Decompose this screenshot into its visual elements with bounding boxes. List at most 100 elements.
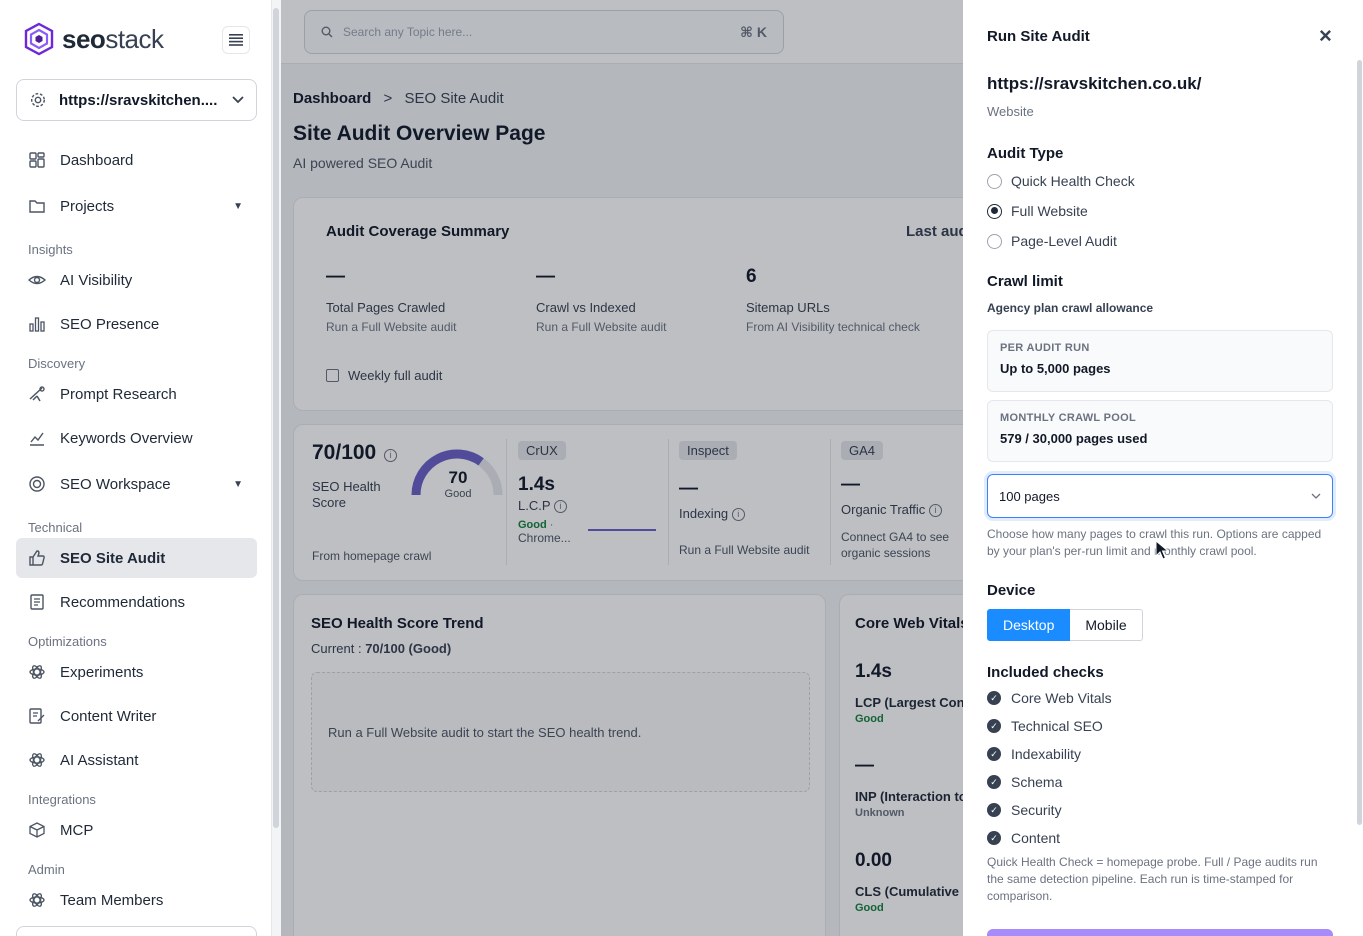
sidebar-section-integrations: Integrations [28,792,96,807]
check-circle-icon: ✓ [987,747,1001,761]
cube-icon [29,822,45,838]
check-item: ✓ Indexability [987,746,1081,762]
seostack-logo-icon [24,22,54,56]
sidebar-collapse-button[interactable] [222,26,250,54]
sidebar-item-seo-site-audit[interactable]: SEO Site Audit [16,538,257,578]
crawl-allowance-note: Agency plan crawl allowance [987,301,1154,315]
sidebar-item-label: Team Members [60,891,164,909]
close-icon[interactable]: × [1319,25,1332,47]
sidebar-item-label: AI Visibility [60,271,133,289]
check-item: ✓ Technical SEO [987,718,1103,734]
check-label: Indexability [1011,746,1082,762]
brand-name-bold: seo [62,23,106,54]
sidebar-item-projects[interactable]: Projects ▼ [16,186,257,226]
device-toggle: Desktop Mobile [987,609,1143,641]
sidebar-scrollbar[interactable] [273,8,279,828]
crawl-limit-value: 100 pages [999,488,1060,504]
sidebar-item-prompt-research[interactable]: Prompt Research [16,374,257,414]
gear-icon [30,92,46,108]
sidebar-item-label: MCP [60,821,94,839]
audit-type-full[interactable]: Full Website [987,203,1088,219]
sidebar-section-discovery: Discovery [28,356,86,371]
atom-icon [29,753,45,767]
check-label: Schema [1011,774,1063,790]
trend-chart-icon [30,432,44,446]
crawl-limit-select[interactable]: 100 pages [987,474,1333,518]
site-selector[interactable]: https://sravskitchen.... [16,79,257,121]
audit-type-quick[interactable]: Quick Health Check [987,173,1135,189]
run-audit-button[interactable] [987,929,1333,936]
pool-label: MONTHLY CRAWL POOL [1000,412,1136,424]
device-desktop-button[interactable]: Desktop [987,609,1071,641]
device-mobile-button[interactable]: Mobile [1070,609,1143,641]
check-item: ✓ Content [987,830,1060,846]
logo[interactable]: seostack [24,22,164,56]
sidebar-item-mcp[interactable]: MCP [16,810,257,850]
audit-type-page[interactable]: Page-Level Audit [987,233,1117,249]
sidebar-item-label: Projects [60,197,115,215]
sidebar-item-content-writer[interactable]: Content Writer [16,696,257,736]
sidebar-item-label: SEO Workspace [60,475,171,493]
mouse-cursor-icon [1155,540,1170,560]
check-circle-icon: ✓ [987,775,1001,789]
sidebar-section-admin: Admin [28,862,65,877]
audit-type-heading: Audit Type [987,145,1064,162]
sidebar-item-ai-assistant[interactable]: AI Assistant [16,740,257,780]
sidebar-item-experiments[interactable]: Experiments [16,652,257,692]
pool-value: 579 / 30,000 pages used [1000,431,1148,446]
document-icon [30,594,44,610]
check-label: Core Web Vitals [1011,690,1112,706]
sidebar-item-label: Dashboard [60,151,134,169]
radio-label: Full Website [1011,203,1088,219]
chevron-down-icon [232,96,244,104]
sidebar: seostack https://sravskitchen.... Dashbo… [0,0,272,936]
sidebar-item-label: SEO Site Audit [60,549,166,567]
drawer-scrollbar[interactable] [1357,60,1362,825]
sidebar-item-ai-visibility[interactable]: AI Visibility [16,260,257,300]
audit-footnote: Quick Health Check = homepage probe. Ful… [987,855,1318,903]
sidebar-item-recommendations[interactable]: Recommendations [16,582,257,622]
sidebar-section-optimizations: Optimizations [28,634,107,649]
chevron-down-icon [1311,493,1321,499]
check-label: Technical SEO [1011,718,1103,734]
device-heading: Device [987,582,1036,599]
check-item: ✓ Schema [987,774,1062,790]
drawer-site-url: https://sravskitchen.co.uk/ [987,74,1202,93]
check-circle-icon: ✓ [987,831,1001,845]
run-site-audit-drawer: Run Site Audit × https://sravskitchen.co… [963,0,1363,936]
sidebar-item-dashboard[interactable]: Dashboard [16,140,257,180]
bar-chart-icon [29,317,45,332]
sidebar-section-insights: Insights [28,242,73,257]
check-circle-icon: ✓ [987,803,1001,817]
sidebar-item-label: Experiments [60,663,144,681]
telescope-icon [29,386,45,402]
sidebar-item-team-members[interactable]: Team Members [16,880,257,920]
atom-icon [29,665,45,679]
radio-button[interactable] [987,173,1002,189]
per-run-label: PER AUDIT RUN [1000,342,1090,354]
check-label: Security [1011,802,1062,818]
radio-button-selected[interactable] [987,203,1002,219]
sidebar-item-label: Prompt Research [60,385,177,403]
target-icon [29,476,45,492]
radio-label: Page-Level Audit [1011,233,1117,249]
check-item: ✓ Security [987,802,1062,818]
per-audit-run-box: PER AUDIT RUN Up to 5,000 pages [987,330,1333,392]
brand-name-light: stack [105,23,164,54]
site-selector-value: https://sravskitchen.... [59,91,218,109]
sidebar-item-seo-presence[interactable]: SEO Presence [16,304,257,344]
check-circle-icon: ✓ [987,719,1001,733]
drawer-site-type: Website [987,104,1034,119]
thumbs-up-icon [29,550,45,566]
sidebar-item-keywords-overview[interactable]: Keywords Overview [16,418,257,458]
monthly-crawl-pool-box: MONTHLY CRAWL POOL 579 / 30,000 pages us… [987,400,1333,462]
included-checks-heading: Included checks [987,664,1104,681]
sidebar-item-seo-workspace[interactable]: SEO Workspace ▼ [16,464,257,504]
sidebar-section-technical: Technical [28,520,83,535]
folder-icon [29,200,45,213]
sidebar-item-label: Content Writer [60,707,157,725]
radio-button[interactable] [987,233,1002,249]
sidebar-item-label: Keywords Overview [60,429,193,447]
eye-icon [28,275,46,285]
check-item: ✓ Core Web Vitals [987,690,1112,706]
